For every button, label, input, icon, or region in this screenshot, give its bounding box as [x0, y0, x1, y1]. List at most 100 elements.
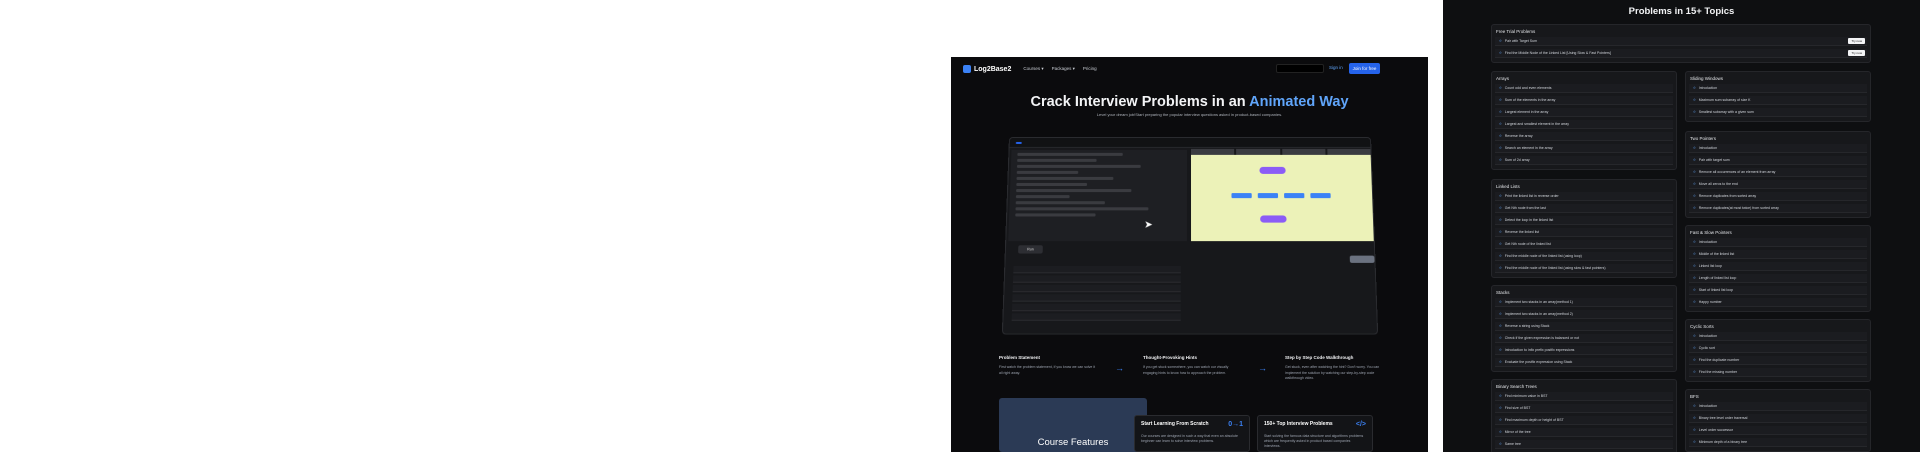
list-item[interactable]: ⟐ Mirror of the tree — [1495, 428, 1673, 437]
try-now-button[interactable]: Try now — [1848, 38, 1865, 44]
list-item[interactable]: ⟐ Check if the given expression is balanc… — [1495, 334, 1673, 343]
feature-problem-statement: Problem Statement First watch the proble… — [999, 355, 1099, 376]
join-button[interactable]: Join for free — [1349, 63, 1380, 74]
card-top-problems[interactable]: 150+ Top Interview Problems </> Start so… — [1257, 415, 1373, 452]
list-item[interactable]: ⟐ Length of linked list loop — [1689, 274, 1867, 283]
list-item[interactable]: ⟐ Introduction — [1689, 144, 1867, 153]
list-item[interactable]: ⟐ Remove duplicates(at most twice) from s… — [1689, 204, 1867, 213]
section-two-pointers: Two Pointers ⟐ Introduction ⟐ Pair with targ… — [1685, 131, 1871, 218]
test-case-table — [1005, 264, 1187, 334]
list-item[interactable]: ⟐ Pair with Target Sum Try now — [1495, 37, 1867, 46]
list-item[interactable]: ⟐ Remove all occurrences of an element fr… — [1689, 168, 1867, 177]
list-item[interactable]: ⟐ Introduction — [1689, 84, 1867, 93]
list-item[interactable]: ⟐ Find the middle node of the linked list… — [1495, 252, 1673, 261]
list-item[interactable]: ⟐ Get Nth node from the last — [1495, 204, 1673, 213]
list-item[interactable]: ⟐ Happy number — [1689, 298, 1867, 307]
section-title: Free Trial Problems — [1496, 29, 1536, 34]
zero-to-one-icon: 0→1 — [1228, 421, 1243, 428]
section-arrays: Arrays ⟐ Count odd and even elements ⟐ Sum o… — [1491, 71, 1677, 170]
demo-tag — [1015, 141, 1022, 144]
list-item[interactable]: ⟐ Introduction — [1689, 238, 1867, 247]
section-title: Sliding Windows — [1690, 76, 1724, 81]
list-item[interactable]: ⟐ Level order successor — [1689, 426, 1867, 435]
play-icon: ⟐ — [1693, 288, 1696, 292]
list-item[interactable]: ⟐ Find the duplicate number — [1689, 356, 1867, 365]
list-item[interactable]: ⟐ Reverse the linked list — [1495, 228, 1673, 237]
list-item[interactable]: ⟐ Start of linked list loop — [1689, 286, 1867, 295]
list-item[interactable]: ⟐ Smallest subarray with a given sum — [1689, 108, 1867, 117]
logo[interactable]: Log2Base2 — [963, 65, 1011, 73]
landing-page: Log2Base2 Courses ▾ Packages ▾ Pricing S… — [951, 57, 1428, 452]
list-item[interactable]: ⟐ Find the middle node of the linked list… — [1495, 264, 1673, 273]
list-item-label: Largest and smallest element in the arra… — [1504, 122, 1569, 126]
list-item[interactable]: ⟐ Search an element in the array — [1495, 144, 1673, 153]
list-item[interactable]: ⟐ Introduction — [1689, 402, 1867, 411]
nav-courses[interactable]: Courses ▾ — [1023, 66, 1043, 72]
list-item[interactable]: ⟐ Find maximum depth or height of BST — [1495, 416, 1673, 425]
list-item[interactable]: ⟐ Find size of BST — [1495, 404, 1673, 413]
section-sliding-windows: Sliding Windows ⟐ Introduction ⟐ Maximum sum… — [1685, 71, 1871, 122]
list-item-label: Find the middle node of the linked list … — [1504, 266, 1606, 270]
section-title: Two Pointers — [1690, 136, 1717, 141]
nav-packages[interactable]: Packages ▾ — [1052, 66, 1075, 72]
list-item-label: Reverse the linked list — [1504, 230, 1540, 234]
play-icon: ⟐ — [1693, 276, 1696, 280]
play-icon: ⟐ — [1499, 206, 1502, 210]
list-item[interactable]: ⟐ Implement two stacks in an array(method… — [1495, 310, 1673, 319]
list-item[interactable]: ⟐ Find the Middle Node of the Linked Lis… — [1495, 49, 1867, 58]
list-item[interactable]: ⟐ Pair with target sum — [1689, 156, 1867, 165]
next-button[interactable] — [1349, 255, 1375, 263]
list-item[interactable]: ⟐ Remove duplicates from sorted array — [1689, 192, 1867, 201]
list-item[interactable]: ⟐ Largest and smallest element in the arr… — [1495, 120, 1673, 129]
try-now-button[interactable]: Try now — [1848, 50, 1865, 56]
list-item[interactable]: ⟐ Maximum sum subarray of size K — [1689, 96, 1867, 105]
list-item[interactable]: ⟐ Detect the loop in the linked list — [1495, 216, 1673, 225]
list-item-label: Remove all occurrences of an element fro… — [1698, 170, 1776, 174]
list-item-label: Find size of BST — [1504, 406, 1531, 410]
problems-page: Problems in 15+ Topics Free Trial Proble… — [1443, 0, 1920, 452]
play-icon: ⟐ — [1499, 442, 1502, 446]
sign-in-link[interactable]: Sign in — [1329, 65, 1343, 70]
list-item[interactable]: ⟐ Count odd and even elements — [1495, 84, 1673, 93]
list-item[interactable]: ⟐ Find the missing number — [1689, 368, 1867, 377]
list-item-label: Cyclic sort — [1698, 346, 1715, 350]
list-item-label: Detect the loop in the linked list — [1504, 218, 1554, 222]
list-item[interactable]: ⟐ Evaluate the postfix expression using S… — [1495, 358, 1673, 367]
feature-hints: Thought-Provoking Hints If you get stuck… — [1143, 355, 1243, 376]
list-item-label: Find the middle node of the linked list … — [1504, 254, 1582, 258]
list-item[interactable]: ⟐ Reverse a string using Stack — [1495, 322, 1673, 331]
viz-node — [1231, 193, 1252, 199]
list-item[interactable]: ⟐ Implement two stacks in an array(method… — [1495, 298, 1673, 307]
play-icon: ⟐ — [1693, 240, 1696, 244]
list-item[interactable]: ⟐ Get Nth node of the linked list — [1495, 240, 1673, 249]
list-item[interactable]: ⟐ Find minimum value in BST — [1495, 392, 1673, 401]
section-title: BFS — [1690, 394, 1699, 399]
list-item[interactable]: ⟐ Print the linked list in reverse order — [1495, 192, 1673, 201]
list-item-label: Length of linked list loop — [1698, 276, 1737, 280]
list-item[interactable]: ⟐ Move all zeros to the end — [1689, 180, 1867, 189]
list-item[interactable]: ⟐ Introduction to infix prefix postfix ex… — [1495, 346, 1673, 355]
list-item[interactable]: ⟐ Introduction — [1689, 332, 1867, 341]
list-item[interactable]: ⟐ Reverse the array — [1495, 132, 1673, 141]
list-item[interactable]: ⟐ Cyclic sort — [1689, 344, 1867, 353]
card-start-learning[interactable]: Start Learning From Scratch 0→1 Our cour… — [1134, 415, 1250, 452]
list-item-label: Get Nth node from the last — [1504, 206, 1546, 210]
list-item[interactable]: ⟐ Middle of the linked list — [1689, 250, 1867, 259]
feature-desc: First watch the problem statement, if yo… — [999, 365, 1096, 375]
nav-pricing[interactable]: Pricing — [1083, 66, 1097, 72]
list-item[interactable]: ⟐ Binary tree level order traversal — [1689, 414, 1867, 423]
list-item[interactable]: ⟐ Minimum depth of a binary tree — [1689, 438, 1867, 447]
list-item[interactable]: ⟐ Largest element in the array — [1495, 108, 1673, 117]
list-item-label: Linked list loop — [1698, 264, 1722, 268]
search-input[interactable] — [1276, 64, 1324, 73]
list-item[interactable]: ⟐ Linked list loop — [1689, 262, 1867, 271]
play-icon: ⟐ — [1693, 440, 1696, 444]
play-icon: ⟐ — [1499, 300, 1502, 304]
run-button[interactable]: Run — [1018, 245, 1043, 254]
list-item[interactable]: ⟐ Same tree — [1495, 440, 1673, 449]
list-item[interactable]: ⟐ Sum of 2d array — [1495, 156, 1673, 165]
viz-node — [1284, 193, 1305, 199]
play-icon: ⟐ — [1693, 404, 1696, 408]
play-icon: ⟐ — [1499, 394, 1502, 398]
list-item[interactable]: ⟐ Sum of the elements in the array — [1495, 96, 1673, 105]
